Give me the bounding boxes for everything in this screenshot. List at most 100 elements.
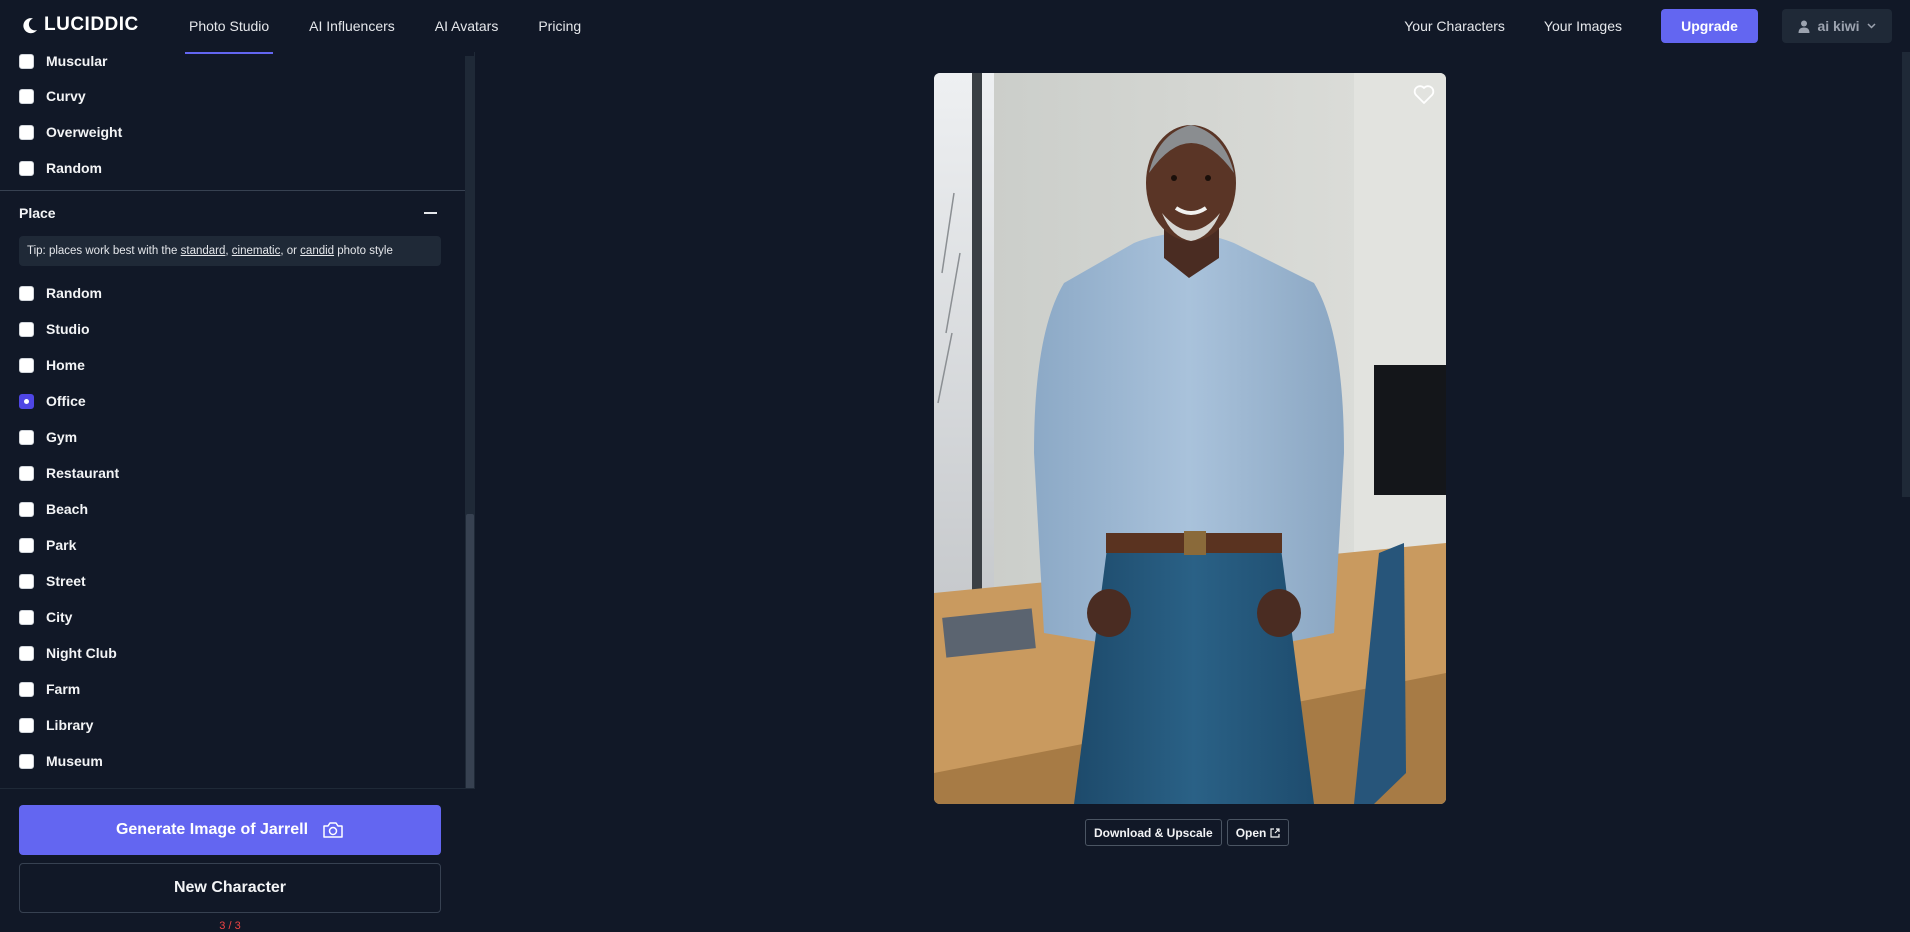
checkbox[interactable] [19, 160, 34, 176]
place-restaurant[interactable]: Restaurant [19, 462, 119, 484]
brand-name: LUCIDDIC [44, 14, 139, 35]
collapse-minus-icon[interactable] [424, 212, 437, 214]
option-label: Library [46, 717, 94, 733]
camera-icon [323, 822, 343, 838]
place-tip: Tip: places work best with the standard,… [19, 236, 441, 266]
option-label: Street [46, 573, 86, 589]
upgrade-button[interactable]: Upgrade [1661, 9, 1758, 43]
place-beach[interactable]: Beach [19, 498, 88, 520]
favorite-heart-icon[interactable] [1412, 82, 1436, 106]
checkbox-checked[interactable] [19, 393, 34, 409]
image-actions: Download & Upscale Open [1085, 819, 1290, 846]
image-viewer: Download & Upscale Open [476, 52, 1910, 932]
option-label: Museum [46, 753, 103, 769]
place-studio[interactable]: Studio [19, 318, 90, 340]
section-divider [0, 190, 465, 191]
nav-ai-avatars[interactable]: AI Avatars [422, 0, 512, 52]
download-label: Download & Upscale [1094, 825, 1213, 840]
checkbox[interactable] [19, 573, 34, 589]
chevron-down-icon [1866, 23, 1876, 29]
checkbox[interactable] [19, 321, 34, 337]
place-section-header[interactable]: Place [19, 205, 440, 221]
nav-your-characters[interactable]: Your Characters [1404, 18, 1505, 34]
moon-logo-icon [23, 17, 37, 33]
options-sidebar: Muscular Curvy Overweight Random Place T… [0, 52, 475, 932]
checkbox[interactable] [19, 537, 34, 553]
generated-image[interactable] [934, 73, 1446, 804]
checkbox[interactable] [19, 465, 34, 481]
checkbox[interactable] [19, 645, 34, 661]
option-label: Night Club [46, 645, 117, 661]
user-name: ai kiwi [1817, 18, 1860, 34]
checkbox[interactable] [19, 429, 34, 445]
tip-link-candid[interactable]: candid [300, 245, 334, 257]
place-city[interactable]: City [19, 606, 72, 628]
place-farm[interactable]: Farm [19, 678, 80, 700]
place-museum[interactable]: Museum [19, 750, 103, 772]
option-label: Overweight [46, 124, 123, 140]
tip-link-cinematic[interactable]: cinematic [232, 245, 281, 257]
option-label: Home [46, 357, 85, 373]
tip-link-standard[interactable]: standard [181, 245, 226, 257]
generate-panel: Generate Image of Jarrell New Character … [0, 788, 475, 932]
main-scrollbar[interactable] [1902, 52, 1910, 497]
checkbox[interactable] [19, 717, 34, 733]
checkbox[interactable] [19, 124, 34, 140]
place-park[interactable]: Park [19, 534, 76, 556]
generation-count: 3 / 3 [219, 920, 241, 932]
nav-photo-studio[interactable]: Photo Studio [176, 0, 282, 54]
checkbox[interactable] [19, 753, 34, 769]
option-label: Park [46, 537, 77, 553]
options-scroll-area[interactable]: Muscular Curvy Overweight Random Place T… [0, 52, 465, 788]
option-label: Restaurant [46, 465, 120, 481]
checkbox[interactable] [19, 285, 34, 301]
place-office[interactable]: Office [19, 390, 86, 412]
option-label: Gym [46, 429, 78, 445]
place-street[interactable]: Street [19, 570, 86, 592]
option-label: Farm [46, 681, 81, 697]
place-random[interactable]: Random [19, 282, 102, 304]
place-gym[interactable]: Gym [19, 426, 77, 448]
open-button[interactable]: Open [1226, 819, 1290, 846]
open-label: Open [1235, 825, 1267, 840]
place-night-club[interactable]: Night Club [19, 642, 117, 664]
external-link-icon [1270, 827, 1280, 838]
option-label: Curvy [46, 88, 86, 104]
option-muscular[interactable]: Muscular [19, 52, 107, 72]
option-label: Random [46, 160, 102, 176]
option-label: Random [46, 285, 102, 301]
option-label: Muscular [46, 53, 108, 69]
checkbox[interactable] [19, 53, 34, 69]
section-title: Place [19, 205, 56, 221]
nav-your-images[interactable]: Your Images [1544, 18, 1622, 34]
place-home[interactable]: Home [19, 354, 85, 376]
tip-text: Tip: places work best with the [27, 245, 181, 257]
option-label: City [46, 609, 73, 625]
new-character-button[interactable]: New Character [19, 863, 441, 913]
option-random-body[interactable]: Random [19, 157, 102, 179]
nav-pricing[interactable]: Pricing [525, 0, 594, 52]
checkbox[interactable] [19, 609, 34, 625]
sidebar-scrollbar-thumb[interactable] [466, 514, 474, 794]
nav-right: Your Characters Your Images Upgrade ai k… [1404, 0, 1892, 52]
option-label: Office [46, 393, 86, 409]
checkbox[interactable] [19, 681, 34, 697]
user-menu-button[interactable]: ai kiwi [1782, 9, 1892, 43]
checkbox[interactable] [19, 357, 34, 373]
option-curvy[interactable]: Curvy [19, 85, 86, 107]
main-nav: Photo Studio AI Influencers AI Avatars P… [176, 0, 608, 54]
checkbox[interactable] [19, 88, 34, 104]
top-navbar: LUCIDDIC Photo Studio AI Influencers AI … [0, 0, 1910, 54]
nav-ai-influencers[interactable]: AI Influencers [296, 0, 408, 52]
brand-logo[interactable]: LUCIDDIC [22, 14, 139, 36]
option-overweight[interactable]: Overweight [19, 121, 122, 143]
generate-image-button[interactable]: Generate Image of Jarrell [19, 805, 441, 855]
option-label: Studio [46, 321, 90, 337]
tip-text: photo style [334, 245, 393, 257]
option-label: Beach [46, 501, 89, 517]
user-icon [1798, 20, 1810, 33]
tip-sep: , or [280, 245, 301, 257]
place-library[interactable]: Library [19, 714, 93, 736]
download-upscale-button[interactable]: Download & Upscale [1085, 819, 1222, 846]
checkbox[interactable] [19, 501, 34, 517]
